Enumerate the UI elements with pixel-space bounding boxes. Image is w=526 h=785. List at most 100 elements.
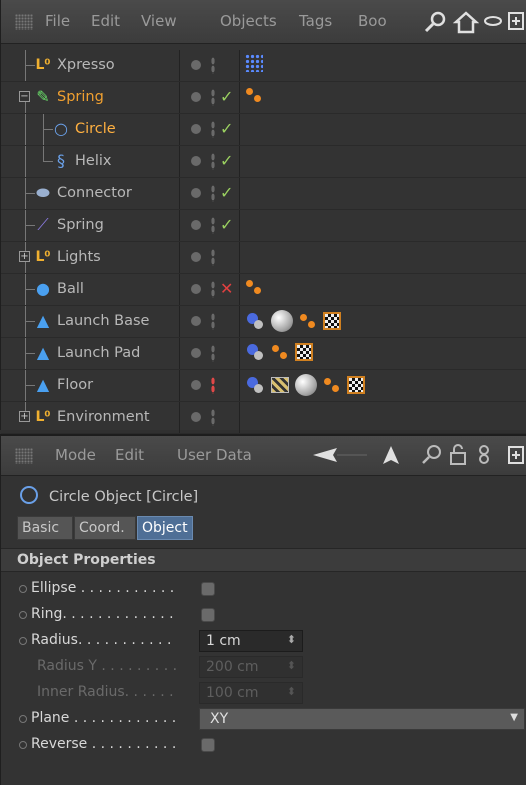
spinner-icon[interactable]: ⬍ <box>287 633 296 646</box>
editor-visibility-dot[interactable] <box>191 252 201 262</box>
material-tag-icon[interactable] <box>245 375 265 395</box>
render-visibility-dots[interactable] <box>211 185 215 202</box>
grip-icon[interactable] <box>15 14 33 30</box>
add-panel-icon[interactable] <box>507 445 525 465</box>
up-arrow-icon[interactable] <box>381 444 401 466</box>
editor-visibility-dot[interactable] <box>191 380 201 390</box>
editor-visibility-dot[interactable] <box>191 316 201 326</box>
collapse-icon[interactable]: − <box>19 91 30 102</box>
render-visibility-dots[interactable] <box>211 345 215 362</box>
dynamics-tag-icon[interactable] <box>245 86 263 104</box>
animation-dot-icon[interactable] <box>19 611 27 619</box>
menu-objects[interactable]: Objects <box>220 12 277 30</box>
home-icon[interactable] <box>453 10 479 34</box>
enabled-check-icon[interactable]: ✓ <box>220 87 233 106</box>
radius-field[interactable]: 1 cm ⬍ <box>199 630 303 652</box>
menu-edit[interactable]: Edit <box>115 446 144 464</box>
editor-visibility-dot[interactable] <box>191 92 201 102</box>
editor-visibility-dot[interactable] <box>191 412 201 422</box>
tree-row-floor[interactable]: ▲ Floor <box>1 370 526 402</box>
menu-tags[interactable]: Tags <box>299 12 332 30</box>
disabled-x-icon[interactable]: ✕ <box>220 279 233 298</box>
animation-dot-icon[interactable] <box>19 585 27 593</box>
tree-row-spring[interactable]: ⟋ Spring ✓ <box>1 210 526 242</box>
tree-row-launch-pad[interactable]: ▲ Launch Pad <box>1 338 526 370</box>
add-panel-icon[interactable] <box>507 11 525 31</box>
tree-row-connector[interactable]: ⬬ Connector ✓ <box>1 178 526 210</box>
tab-basic[interactable]: Basic <box>17 516 73 540</box>
tree-row-spring-object[interactable]: − ✎ Spring ✓ <box>1 82 526 114</box>
lock-icon[interactable] <box>449 444 467 466</box>
dynamics-tag-icon[interactable] <box>245 278 263 296</box>
checker-material-icon[interactable] <box>295 343 313 361</box>
tree-row-circle[interactable]: ○ Circle ✓ <box>1 114 526 146</box>
checker-material-icon[interactable] <box>323 312 341 330</box>
name-cell: − ✎ Spring <box>15 82 179 113</box>
editor-visibility-dot[interactable] <box>191 60 201 70</box>
back-arrow-icon[interactable] <box>311 444 371 466</box>
texture-tag-icon[interactable] <box>295 374 317 396</box>
menu-view[interactable]: View <box>141 12 177 30</box>
enabled-check-icon[interactable]: ✓ <box>220 119 233 138</box>
tree-row-ball[interactable]: ● Ball ✕ <box>1 274 526 306</box>
render-visibility-dots[interactable] <box>211 121 215 138</box>
search-icon[interactable] <box>421 444 443 466</box>
render-visibility-dots[interactable] <box>211 89 215 106</box>
animation-dot-icon[interactable] <box>19 637 27 645</box>
enabled-check-icon[interactable]: ✓ <box>220 151 233 170</box>
dynamics-tag-icon[interactable] <box>271 343 289 361</box>
render-visibility-dots[interactable] <box>211 313 215 330</box>
render-visibility-dots[interactable] <box>211 249 215 266</box>
tree-row-lights[interactable]: + L⁰ Lights <box>1 242 526 274</box>
enabled-check-icon[interactable]: ✓ <box>220 215 233 234</box>
enabled-check-icon[interactable]: ✓ <box>220 183 233 202</box>
tab-object[interactable]: Object <box>137 516 193 540</box>
tree-row-xpresso[interactable]: L⁰ Xpresso <box>1 50 526 82</box>
ellipse-checkbox[interactable] <box>201 582 215 596</box>
menu-edit[interactable]: Edit <box>91 12 120 30</box>
render-visibility-dots[interactable] <box>211 217 215 234</box>
group-header[interactable]: Object Properties <box>1 548 526 572</box>
editor-visibility-dot[interactable] <box>191 348 201 358</box>
texture-tag-icon[interactable] <box>271 310 293 332</box>
animation-dot-icon[interactable] <box>19 741 27 749</box>
checker-material-icon[interactable] <box>347 376 365 394</box>
editor-visibility-dot[interactable] <box>191 220 201 230</box>
menu-file[interactable]: File <box>45 12 70 30</box>
plane-select[interactable]: XY ▼ <box>199 708 525 730</box>
render-visibility-dots[interactable] <box>211 409 215 426</box>
render-visibility-dots[interactable] <box>211 153 215 170</box>
menu-mode[interactable]: Mode <box>55 446 96 464</box>
xpresso-tag-icon[interactable] <box>245 54 263 72</box>
grip-icon[interactable] <box>15 448 33 464</box>
render-visibility-dots[interactable] <box>211 57 215 74</box>
editor-visibility-dot[interactable] <box>191 124 201 134</box>
tree-row-launch-base[interactable]: ▲ Launch Base <box>1 306 526 338</box>
ring-checkbox[interactable] <box>201 608 215 622</box>
tree-row-environment[interactable]: + L⁰ Environment <box>1 402 526 434</box>
chevron-down-icon: ▼ <box>510 712 518 723</box>
editor-visibility-dot[interactable] <box>191 188 201 198</box>
polygon-icon: ▲ <box>36 311 50 330</box>
material-tag-icon[interactable] <box>245 311 265 331</box>
search-icon[interactable] <box>424 11 448 33</box>
expand-icon[interactable]: + <box>19 251 30 262</box>
menu-bookmarks[interactable]: Boo <box>358 12 387 30</box>
editor-visibility-dot[interactable] <box>191 156 201 166</box>
tab-coord[interactable]: Coord. <box>74 516 136 540</box>
editor-visibility-dot[interactable] <box>191 284 201 294</box>
render-visibility-dots[interactable] <box>211 281 215 298</box>
material-tag-icon[interactable] <box>245 342 265 362</box>
dynamics-tag-icon[interactable] <box>299 312 317 330</box>
compositing-tag-icon[interactable] <box>271 377 289 393</box>
orbit-icon[interactable] <box>483 14 503 28</box>
dynamics-tag-icon[interactable] <box>323 376 341 394</box>
animation-dot-icon[interactable] <box>19 715 27 723</box>
render-visibility-dots[interactable] <box>211 377 215 394</box>
tree-row-helix[interactable]: § Helix ✓ <box>1 146 526 178</box>
expand-icon[interactable]: + <box>19 411 30 422</box>
menu-user-data[interactable]: User Data <box>177 446 252 464</box>
link-icon[interactable] <box>477 444 491 466</box>
reverse-checkbox[interactable] <box>201 738 215 752</box>
connector-icon: ⬬ <box>36 183 50 202</box>
